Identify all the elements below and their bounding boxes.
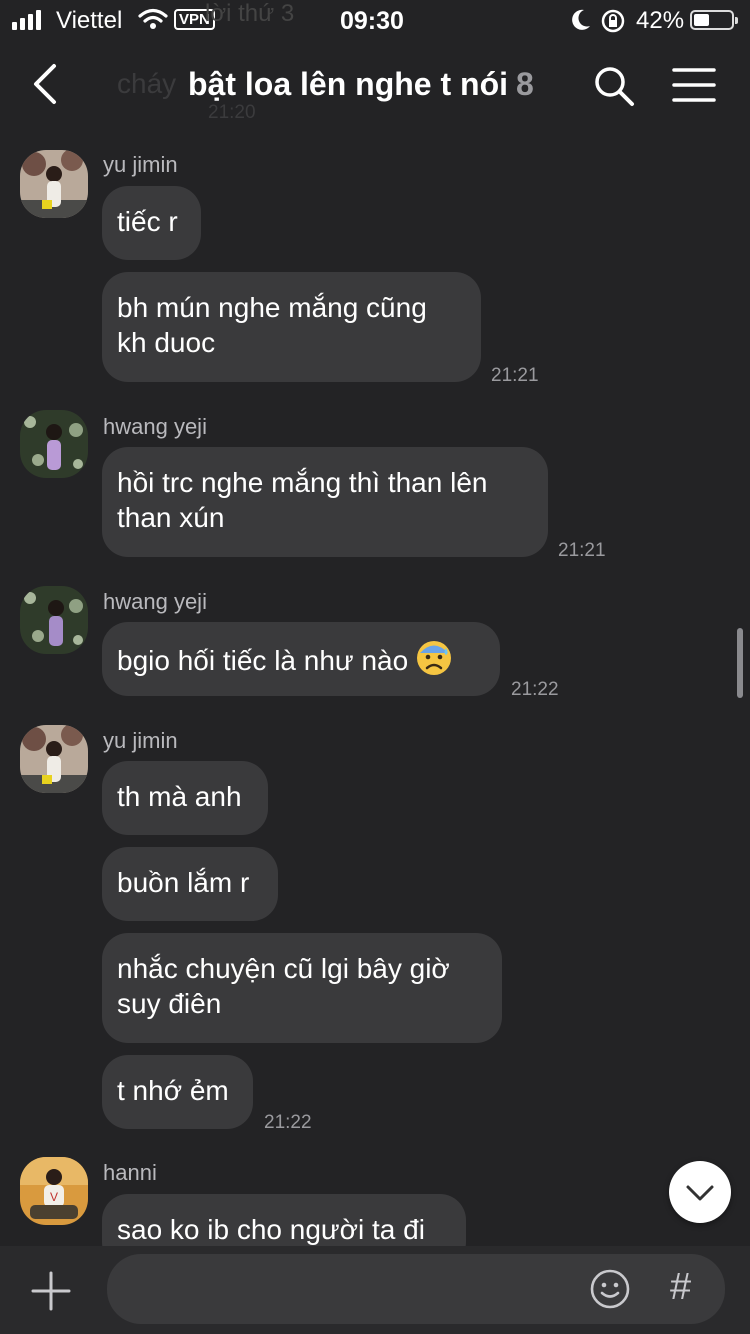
- hashtag-icon[interactable]: #: [670, 1266, 691, 1309]
- message-input[interactable]: [107, 1254, 725, 1324]
- message-bubble[interactable]: t nhớ ẻm: [102, 1055, 253, 1129]
- scrolled-message-fragment: cháy: [117, 68, 177, 99]
- message-bubble[interactable]: nhắc chuyện cũ lgi bây giờ suy điên: [102, 933, 502, 1043]
- scroll-to-bottom-button[interactable]: [669, 1161, 731, 1223]
- moon-icon: [572, 9, 590, 30]
- message-time: 21:21: [491, 365, 539, 386]
- search-icon[interactable]: [592, 64, 636, 108]
- message-time: 21:22: [264, 1112, 312, 1133]
- chat-header: lời thứ 3 cháy 21:20 bật loa lên nghe t …: [0, 0, 750, 126]
- svg-text:V: V: [50, 1190, 58, 1204]
- sender-name: hwang yeji: [103, 414, 207, 439]
- scrollbar[interactable]: [737, 628, 743, 698]
- status-bar: Viettel VPN 09:30 42%: [0, 0, 750, 42]
- message-bubble[interactable]: buồn lắm r: [102, 847, 278, 921]
- avatar[interactable]: [20, 725, 88, 793]
- scrolled-message-fragment: lời thứ 3: [205, 0, 295, 27]
- clock: 09:30: [340, 7, 404, 35]
- avatar[interactable]: [20, 150, 88, 218]
- message-bubble[interactable]: bgio hối tiếc là như nào: [102, 622, 500, 696]
- scrolled-message-time: 21:20: [208, 102, 256, 123]
- message-time: 21:21: [558, 540, 606, 561]
- avatar[interactable]: [20, 410, 88, 478]
- message-text: bgio hối tiếc là như nào: [117, 645, 409, 676]
- message-time: 21:22: [511, 679, 559, 700]
- sender-name: hwang yeji: [103, 589, 207, 614]
- sender-name: hanni: [103, 1160, 157, 1185]
- chat-name: bật loa lên nghe t nói: [188, 66, 508, 102]
- avatar[interactable]: V: [20, 1157, 88, 1225]
- cellular-signal-icon: [12, 10, 41, 30]
- battery-percent: 42%: [636, 7, 685, 34]
- back-button[interactable]: [28, 62, 68, 106]
- carrier-name: Viettel: [56, 7, 123, 34]
- battery-icon: [690, 10, 738, 30]
- chat-title[interactable]: bật loa lên nghe t nói 8: [188, 66, 534, 103]
- message-bubble[interactable]: hồi trc nghe mắng thì than lên than xún: [102, 447, 548, 557]
- message-bubble[interactable]: tiếc r: [102, 186, 201, 260]
- member-count: 8: [516, 66, 534, 102]
- orientation-lock-icon: [601, 9, 625, 33]
- input-bar: #: [0, 1246, 750, 1334]
- anxious-face-emoji-icon: [417, 641, 452, 675]
- smile-icon[interactable]: [589, 1268, 631, 1310]
- wifi-icon: [138, 8, 168, 29]
- menu-icon[interactable]: [672, 66, 716, 104]
- sender-name: yu jimin: [103, 728, 178, 753]
- message-bubble[interactable]: bh mún nghe mắng cũng kh duoc: [102, 272, 481, 382]
- plus-icon[interactable]: [30, 1270, 72, 1312]
- avatar[interactable]: [20, 586, 88, 654]
- message-bubble[interactable]: th mà anh: [102, 761, 268, 835]
- sender-name: yu jimin: [103, 152, 178, 177]
